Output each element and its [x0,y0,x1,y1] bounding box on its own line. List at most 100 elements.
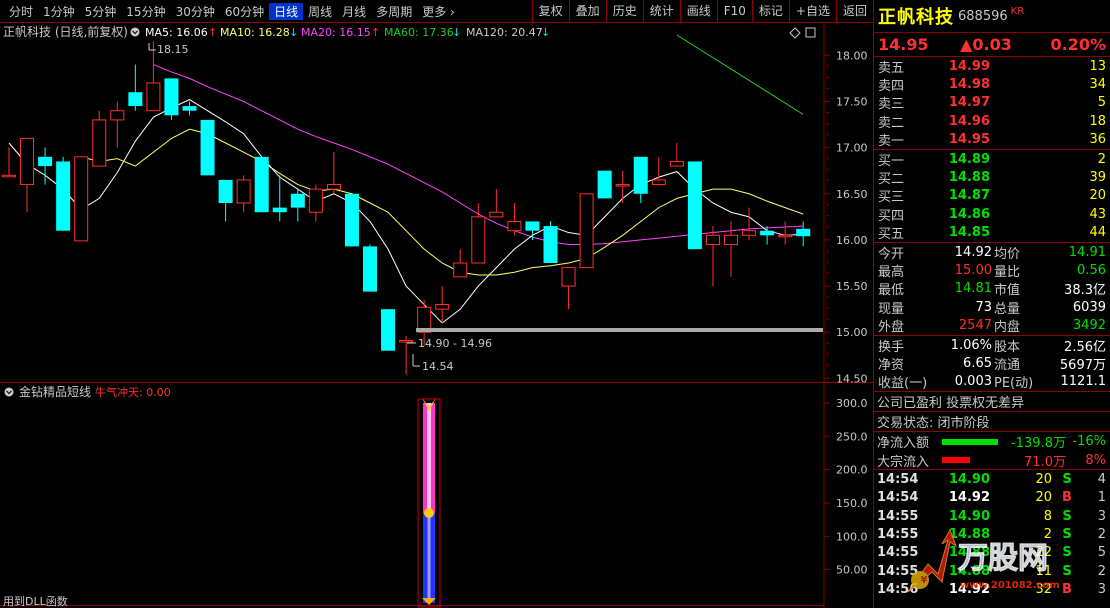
candle[interactable] [615,170,630,203]
candle[interactable] [128,64,143,111]
candle[interactable] [74,156,89,242]
candle[interactable] [742,207,757,240]
toolbar-tools: 复权 叠加 历史 统计 画线 F10 标记 +自选 返回 [531,0,873,23]
candle-body [381,309,396,351]
dropdown-icon[interactable] [130,27,140,37]
candle[interactable] [272,175,287,222]
candle[interactable] [453,249,468,278]
net-inflow-label: 净流入额 [877,436,930,452]
period-tab-30min[interactable]: 30分钟 [171,3,220,20]
candle[interactable] [254,156,269,213]
candle[interactable] [92,110,107,167]
candle[interactable] [363,244,377,292]
candle[interactable] [110,101,125,148]
draw-line-button[interactable]: 画线 [679,0,717,23]
tick-row[interactable]: 14:55 14.88 11 S 2 [874,562,1110,580]
tick-row[interactable]: 14:55 14.88 22 S 5 [874,544,1110,562]
candle[interactable] [399,335,414,375]
back-button[interactable]: 返回 [835,0,873,23]
candle[interactable] [182,101,197,116]
candle[interactable] [633,156,648,203]
bid-label: 买三 [878,190,905,206]
overlay-button[interactable]: 叠加 [568,0,606,23]
f10-button[interactable]: F10 [716,0,752,23]
bid-row[interactable]: 买五 14.85 44 [874,224,1110,242]
period-tab-60min[interactable]: 60分钟 [220,3,269,20]
candle[interactable] [579,193,594,269]
candle[interactable] [705,226,720,287]
stat-label: 内盘 [994,320,1021,336]
tick-row[interactable]: 14:55 14.90 8 S 3 [874,507,1110,525]
period-tab-more[interactable]: 更多 › [417,3,460,20]
candle[interactable] [669,143,684,167]
indicator-dropdown-icon[interactable] [4,387,14,397]
bid-row[interactable]: 买一 14.89 2 [874,150,1110,169]
price-summary: 14.95 ▲0.03 0.20% [874,33,1110,57]
add-watchlist-button[interactable]: +自选 [788,0,836,23]
price-label: 16.50 [836,188,868,201]
period-tab-multi[interactable]: 多周期 [371,3,417,20]
low-price-label: 14.54 [422,360,454,373]
candle[interactable] [308,184,323,222]
ask-row[interactable]: 卖四 14.98 34 [874,75,1110,94]
support-line[interactable] [416,328,823,332]
candle[interactable] [56,156,71,231]
candle[interactable] [760,226,775,245]
period-tab-weekly[interactable]: 周线 [303,3,337,20]
candle[interactable] [164,78,179,120]
candle[interactable] [525,221,540,240]
candle[interactable] [489,189,504,218]
candle[interactable] [796,221,811,247]
tick-row[interactable]: 14:54 14.92 20 B 1 [874,488,1110,506]
tick-row[interactable]: 14:56 14.92 32 B 3 [874,580,1110,598]
indicator-chart[interactable]: 金钻精品短线 牛气冲天: 0.00 300.0 250.0 200.0 150.0 10… [0,383,873,608]
ask-row[interactable]: 卖三 14.97 5 [874,94,1110,112]
candle[interactable] [326,152,341,194]
ask-row[interactable]: 卖一 14.95 36 [874,131,1110,149]
candle[interactable] [687,161,702,250]
candle[interactable] [778,221,793,245]
period-tab-15min[interactable]: 15分钟 [121,3,170,20]
tick-row[interactable]: 14:55 14.88 2 S 2 [874,525,1110,543]
candle[interactable] [381,309,396,351]
ask-label: 卖二 [878,115,905,131]
bid-row[interactable]: 买四 14.86 43 [874,205,1110,224]
period-tab-5min[interactable]: 5分钟 [80,3,122,20]
mark-button[interactable]: 标记 [751,0,789,23]
statistics-button[interactable]: 统计 [642,0,680,23]
period-tab-monthly[interactable]: 月线 [337,3,371,20]
ask-label: 卖一 [878,134,905,150]
candle[interactable] [200,119,215,176]
candle[interactable] [651,156,666,186]
candle[interactable] [20,137,35,213]
period-tab-daily[interactable]: 日线 [269,2,304,20]
diamond-icon[interactable] [789,27,801,39]
restore-rights-button[interactable]: 复权 [531,0,569,23]
candle[interactable] [507,203,522,236]
bid-row[interactable]: 买三 14.87 20 [874,187,1110,205]
candle[interactable] [471,203,486,264]
tick-time: 14:55 [877,545,919,561]
candle[interactable] [543,221,558,263]
period-tab-1min[interactable]: 1分钟 [38,3,80,20]
stat-value: 0.56 [1077,262,1106,278]
candle[interactable] [236,175,251,213]
bid-row[interactable]: 买二 14.88 39 [874,168,1110,187]
candle[interactable] [290,189,305,222]
candle[interactable] [344,193,359,247]
period-tab-fenshi[interactable]: 分时 [4,3,38,20]
tick-time: 14:54 [877,490,919,506]
window-icon[interactable] [805,27,816,38]
candle[interactable] [597,170,612,199]
trade-ticks[interactable]: 14:54 14.90 20 S 4 14:54 14.92 20 B 1 14:55 14.90 8 S… [874,470,1110,599]
ask-row[interactable]: 卖五 14.99 13 [874,57,1110,76]
candlestick-chart[interactable]: 18.15 14.54 14.90 - 14.96 正帆科技 (日线,前复权) … [0,23,873,383]
ask-row[interactable]: 卖二 14.96 18 [874,112,1110,131]
candle[interactable] [561,267,576,310]
candle-body [561,267,576,287]
tick-row[interactable]: 14:54 14.90 20 S 4 [874,470,1110,488]
history-button[interactable]: 历史 [605,0,643,23]
candle[interactable] [435,286,450,323]
candle[interactable] [2,147,16,178]
candle[interactable] [218,179,233,222]
